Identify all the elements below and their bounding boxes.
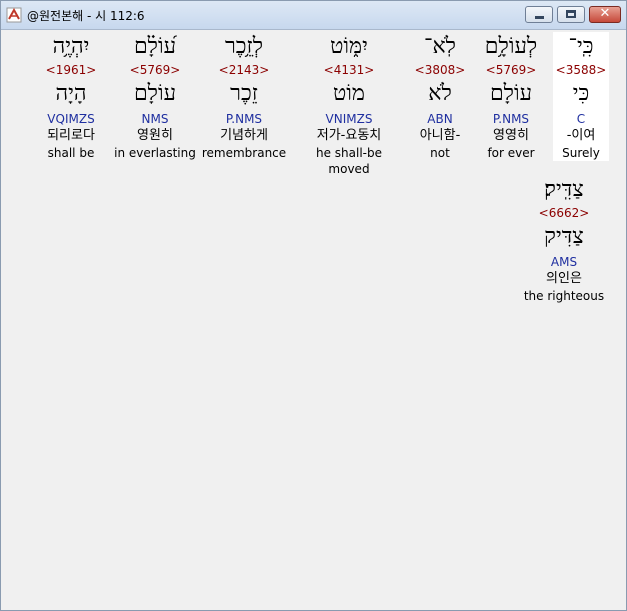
morphology-code: NMS [141, 112, 169, 126]
word-block[interactable]: לְזֵ֥כֶר <2143> זֵכֶר P.NMS 기념하게 remembr… [199, 32, 289, 161]
hebrew-lemma: צַדִּיק [544, 224, 584, 249]
maximize-button[interactable] [557, 6, 585, 23]
maximize-icon [566, 10, 576, 18]
interlinear-content: כִּֽי־ <3588> כִּי C -이여 Surely לְעוֹלָ֥… [6, 30, 619, 605]
english-gloss: remembrance [201, 146, 287, 160]
word-block[interactable]: צַדִּֽיק׃ <6662> צַדִּיק AMS 의인은 the rig… [519, 175, 609, 304]
hebrew-lemma: הָיָה [55, 81, 87, 106]
word-block[interactable]: יִמּ֑וֹט <4131> מוֹט VNIMZS 저가-요동치 he sh… [294, 32, 404, 176]
minimize-icon [535, 16, 544, 19]
word-block[interactable]: כִּֽי־ <3588> כִּי C -이여 Surely [553, 32, 609, 161]
morphology-code: P.NMS [225, 112, 263, 126]
hebrew-lemma: לֹא [428, 81, 452, 106]
close-icon: ✕ [599, 6, 611, 21]
morphology-code: VNIMZS [325, 112, 373, 126]
morphology-code: AMS [550, 255, 578, 269]
strong-number[interactable]: <4131> [294, 62, 404, 78]
morphology-code: VQIMZS [47, 112, 95, 126]
korean-gloss: 저가-요동치 [316, 128, 382, 143]
korean-gloss: 되리로다 [47, 128, 95, 143]
word-block[interactable]: לֹֽא־ <3808> לֹא ABN 아니함- not [405, 32, 475, 161]
english-gloss: Surely [562, 146, 600, 160]
english-gloss: he shall-be moved [315, 146, 382, 176]
strong-number[interactable]: <6662> [519, 205, 609, 221]
hebrew-word: לֹֽא־ [424, 34, 456, 59]
morphology-code: P.NMS [492, 112, 530, 126]
word-block[interactable]: יִהְיֶ֥ה <1961> הָיָה VQIMZS 되리로다 shall … [36, 32, 106, 161]
strong-number[interactable]: <5769> [110, 62, 200, 78]
strong-number[interactable]: <3808> [405, 62, 475, 78]
english-gloss: not [430, 146, 450, 160]
hebrew-word: לְעוֹלָ֥ם [484, 34, 538, 59]
english-gloss: in everlasting [114, 146, 196, 160]
minimize-button[interactable] [525, 6, 553, 23]
strong-number[interactable]: <3588> [553, 62, 609, 78]
strong-number[interactable]: <5769> [471, 62, 551, 78]
app-icon [6, 7, 22, 23]
strong-number[interactable]: <1961> [36, 62, 106, 78]
word-block[interactable]: לְעוֹלָ֥ם <5769> עוֹלָם P.NMS 영영히 for ev… [471, 32, 551, 161]
title-bar[interactable]: @원전본해 - 시 112:6 ✕ [1, 1, 626, 30]
korean-gloss: -이여 [566, 128, 596, 143]
korean-gloss: 기념하게 [220, 128, 268, 143]
korean-gloss: 영원히 [137, 128, 173, 143]
strong-number[interactable]: <2143> [199, 62, 289, 78]
hebrew-lemma: מוֹט [333, 81, 365, 106]
hebrew-word: יִמּ֑וֹט [330, 34, 368, 59]
hebrew-lemma: כִּי [572, 81, 590, 106]
window-title: @원전본해 - 시 112:6 [27, 9, 145, 23]
english-gloss: for ever [487, 146, 535, 160]
hebrew-word: ע֝וֹלָ֗ם [133, 34, 177, 59]
hebrew-lemma: עוֹלָם [133, 81, 177, 106]
korean-gloss: 의인은 [546, 271, 582, 286]
hebrew-lemma: עוֹלָם [489, 81, 533, 106]
close-button[interactable]: ✕ [589, 6, 621, 23]
korean-gloss: 영영히 [493, 128, 529, 143]
word-block[interactable]: ע֝וֹלָ֗ם <5769> עוֹלָם NMS 영원히 in everla… [110, 32, 200, 161]
app-window: @원전본해 - 시 112:6 ✕ כִּֽי־ <3588> כִּי C -… [0, 0, 627, 611]
hebrew-word: צַדִּֽיק׃ [544, 177, 584, 202]
english-gloss: the righteous [523, 289, 605, 303]
morphology-code: C [576, 112, 586, 126]
hebrew-word: יִהְיֶ֥ה [52, 34, 90, 59]
morphology-code: ABN [427, 112, 453, 126]
hebrew-lemma: זֵכֶר [230, 81, 258, 106]
hebrew-word: לְזֵ֥כֶר [225, 34, 263, 59]
hebrew-word: כִּֽי־ [568, 34, 594, 59]
english-gloss: shall be [47, 146, 95, 160]
korean-gloss: 아니함- [419, 128, 461, 143]
